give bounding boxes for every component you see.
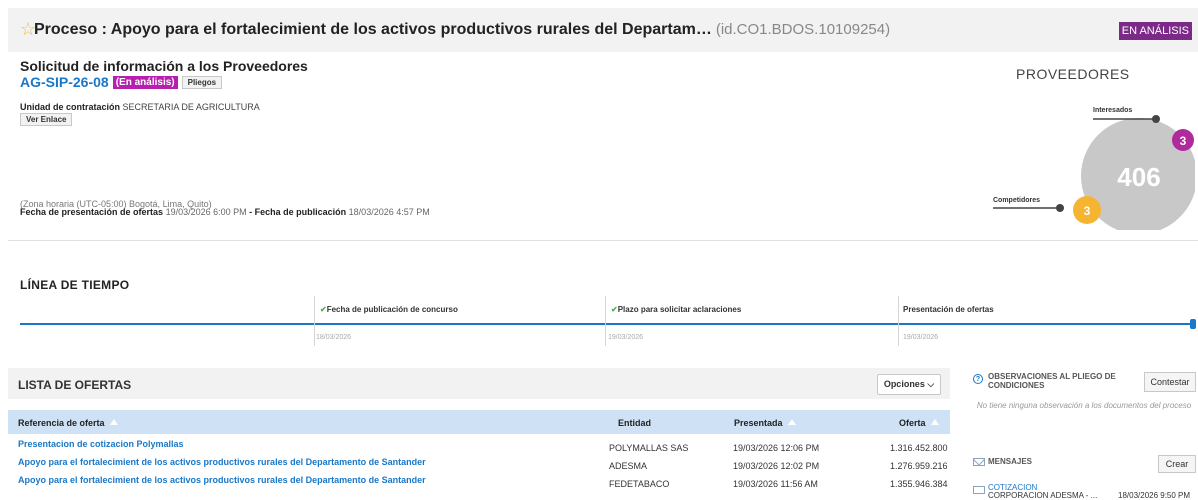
timeline-milestone-date: 18/03/2026 — [316, 334, 352, 341]
envelope-icon — [973, 486, 985, 494]
observations-title: OBSERVACIONES AL PLIEGO DE CONDICIONES — [988, 372, 1116, 390]
reference-row: AG-SIP-26-08 (En análisis) Pliegos — [20, 74, 223, 92]
column-header-label: Presentada — [734, 418, 783, 428]
contracting-unit-value: SECRETARIA DE AGRICULTURA — [122, 102, 260, 112]
competidores-label: Competidores — [993, 197, 1040, 204]
interesados-dot — [1152, 115, 1160, 123]
process-title: Proceso : Apoyo para el fortalecimient d… — [34, 21, 890, 39]
contracting-unit: Unidad de contratación SECRETARIA DE AGR… — [20, 102, 260, 112]
column-header-label: Entidad — [618, 418, 651, 428]
process-title-bar: ☆ Proceso : Apoyo para el fortalecimient… — [8, 8, 1198, 52]
column-header-submitted[interactable]: Presentada — [734, 418, 796, 428]
offer-reference-link[interactable]: Apoyo para el fortalecimient de los acti… — [18, 457, 426, 467]
timeline-milestone-clarifications: ✔Plazo para solicitar aclaraciones — [611, 305, 741, 314]
reference-code: AG-SIP-26-08 — [20, 74, 109, 90]
offers-header: LISTA DE OFERTAS Opciones ⌵ — [8, 368, 950, 399]
table-row: Apoyo para el fortalecimient de los acti… — [8, 454, 950, 471]
messages-title: MENSAJES — [988, 457, 1033, 466]
ver-enlace-button[interactable]: Ver Enlace — [20, 113, 73, 126]
crear-button[interactable]: Crear — [1158, 455, 1196, 473]
dates-separator: - — [246, 207, 255, 217]
offer-amount: 1.316.452.800 — [890, 443, 948, 453]
pliegos-button[interactable]: Pliegos — [181, 76, 223, 89]
offers-deadline-label: Fecha de presentación de ofertas — [20, 207, 164, 217]
offer-reference-link[interactable]: Apoyo para el fortalecimient de los acti… — [18, 475, 426, 485]
message-sender: CORPORACION ADESMA - ... — [988, 491, 1098, 500]
timeline-milestone-date: 19/03/2026 — [608, 334, 644, 341]
offers-title: LISTA DE OFERTAS — [18, 378, 132, 392]
column-header-label: Referencia de oferta — [18, 418, 105, 428]
providers-title: PROVEEDORES — [1016, 66, 1130, 82]
interesados-count: 3 — [1180, 134, 1187, 148]
column-header-reference[interactable]: Referencia de oferta — [18, 418, 118, 428]
timeline-title: LÍNEA DE TIEMPO — [20, 278, 130, 292]
timeline-separator — [898, 296, 899, 346]
timeline-milestone-label: Presentación de ofertas — [903, 305, 994, 314]
timeline-milestone-label: Fecha de publicación de concurso — [326, 305, 458, 314]
timeline-end-marker — [1190, 319, 1196, 329]
interesados-label: Interesados — [1093, 107, 1132, 114]
observations-panel: ? OBSERVACIONES AL PLIEGO DE CONDICIONES… — [966, 368, 1198, 440]
competidores-count: 3 — [1084, 204, 1091, 218]
analysis-badge: (En análisis) — [112, 76, 178, 89]
observations-empty-text: No tiene ninguna observación a los docum… — [976, 401, 1192, 410]
offer-entity: POLYMALLAS SAS — [609, 443, 689, 453]
table-row: Presentacion de cotizacion Polymallas PO… — [8, 436, 950, 453]
table-row: Apoyo para el fortalecimient de los acti… — [8, 472, 950, 489]
check-icon: ✔ — [320, 305, 327, 314]
column-header-entity[interactable]: Entidad — [618, 418, 651, 428]
column-header-amount[interactable]: Oferta — [899, 418, 939, 428]
competidores-dot — [1056, 204, 1064, 212]
summary-title: Solicitud de información a los Proveedor… — [20, 58, 308, 74]
publication-date-value: 18/03/2026 4:57 PM — [348, 207, 430, 217]
offer-amount: 1.355.946.384 — [890, 479, 948, 489]
process-id: (id.CO1.BDOS.10109254) — [715, 21, 891, 38]
offers-deadline-value: 19/03/2026 6:00 PM — [165, 207, 247, 217]
section-divider — [8, 240, 1198, 241]
message-date: 18/03/2026 9:50 PM — [1118, 491, 1191, 500]
providers-total: 406 — [1117, 162, 1160, 192]
offer-submitted: 19/03/2026 11:56 AM — [733, 479, 818, 489]
timeline-milestone-publication: ✔Fecha de publicación de concurso — [320, 305, 458, 314]
sort-icon[interactable] — [109, 419, 118, 425]
column-header-label: Oferta — [899, 418, 926, 428]
timeline-milestone-date: 19/03/2026 — [903, 334, 939, 341]
publication-date-label: Fecha de publicación — [254, 207, 347, 217]
offer-entity: FEDETABACO — [609, 479, 670, 489]
offers-table-header: Referencia de oferta Entidad Presentada … — [8, 410, 950, 434]
chevron-down-icon: ⌵ — [927, 379, 935, 389]
timeline-milestone-label: Plazo para solicitar aclaraciones — [617, 305, 742, 314]
envelope-icon — [973, 458, 985, 466]
options-button[interactable]: Opciones ⌵ — [877, 374, 941, 395]
timeline-separator — [605, 296, 606, 346]
check-icon: ✔ — [611, 305, 618, 314]
process-title-text: Proceso : Apoyo para el fortalecimient d… — [34, 21, 712, 38]
options-label: Opciones — [883, 379, 925, 389]
offer-amount: 1.276.959.216 — [890, 461, 948, 471]
process-status-badge: EN ANÁLISIS — [1118, 22, 1192, 40]
sort-icon[interactable] — [787, 419, 796, 425]
offer-entity: ADESMA — [609, 461, 648, 471]
sort-icon[interactable] — [930, 419, 939, 425]
offer-submitted: 19/03/2026 12:06 PM — [733, 443, 820, 453]
help-icon[interactable]: ? — [973, 374, 983, 384]
offer-submitted: 19/03/2026 12:02 PM — [733, 461, 820, 471]
providers-chart: 406 Interesados 3 Competidores 3 — [993, 107, 1195, 230]
contracting-unit-label: Unidad de contratación — [20, 102, 121, 112]
contestar-button[interactable]: Contestar — [1144, 372, 1196, 392]
dates-row: Fecha de presentación de ofertas 19/03/2… — [20, 207, 430, 217]
messages-panel: MENSAJES Crear COTIZACION CORPORACION AD… — [966, 450, 1198, 500]
offer-reference-link[interactable]: Presentacion de cotizacion Polymallas — [18, 439, 184, 449]
timeline-separator — [314, 296, 315, 346]
timeline-milestone-offers: Presentación de ofertas — [903, 305, 994, 314]
